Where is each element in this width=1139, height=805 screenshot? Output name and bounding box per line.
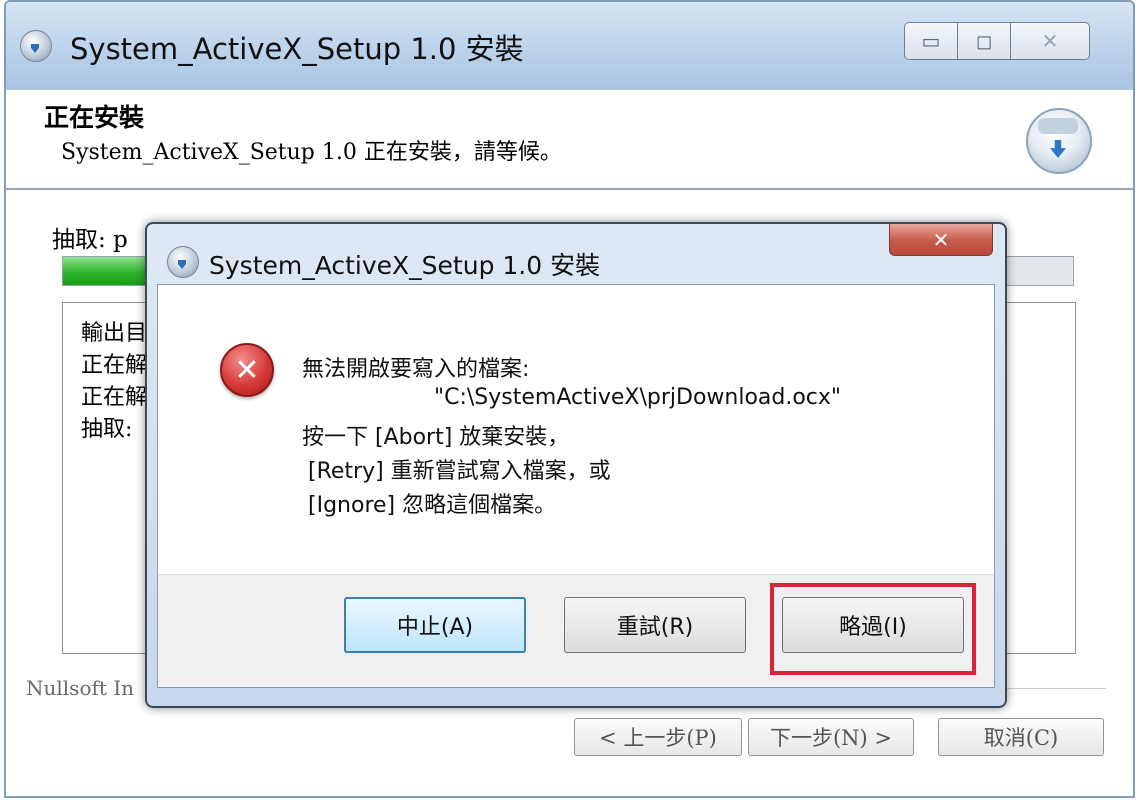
error-icon: ✕: [220, 343, 274, 397]
dialog-close-button[interactable]: ✕: [889, 224, 993, 256]
installer-app-icon: [20, 30, 52, 62]
abort-button[interactable]: 中止(A): [344, 597, 526, 653]
minimize-button[interactable]: ▭: [904, 22, 958, 60]
dialog-app-icon: [167, 246, 199, 278]
log-line: 輸出目: [81, 321, 148, 346]
error-message-line: 按一下 [Abort] 放棄安裝，: [302, 425, 570, 450]
error-file-path: "C:\SystemActiveX\prjDownload.ocx": [434, 385, 842, 410]
back-button[interactable]: < 上一步(P): [574, 718, 742, 756]
error-dialog: System_ActiveX_Setup 1.0 安裝 ✕ ✕ 無法開啟要寫入的…: [145, 222, 1007, 708]
log-line: 正在解: [81, 385, 148, 410]
log-line: 正在解: [81, 353, 148, 378]
ignore-button-highlight: [770, 583, 976, 675]
close-button[interactable]: ✕: [1010, 22, 1090, 60]
installer-titlebar[interactable]: System_ActiveX_Setup 1.0 安裝 ▭ ◻ ✕: [6, 2, 1133, 90]
dialog-content: ✕ 無法開啟要寫入的檔案: "C:\SystemActiveX\prjDownl…: [157, 284, 995, 688]
dialog-title: System_ActiveX_Setup 1.0 安裝: [209, 251, 601, 280]
error-message-line: [Ignore] 忽略這個檔案。: [308, 493, 557, 518]
dialog-button-bar: 中止(A) 重試(R) 略過(I): [158, 574, 994, 687]
page-title: 正在安裝: [44, 103, 145, 132]
nullsoft-brand-label: Nullsoft In: [26, 676, 135, 700]
installer-window-title: System_ActiveX_Setup 1.0 安裝: [70, 32, 524, 66]
extract-status-label: 抽取: p: [52, 227, 128, 253]
error-message-line: 無法開啟要寫入的檔案:: [302, 357, 530, 382]
installer-disk-icon: [1026, 108, 1092, 174]
window-controls: ▭ ◻ ✕: [904, 22, 1094, 62]
next-button[interactable]: 下一步(N) >: [748, 718, 914, 756]
page-subtitle: System_ActiveX_Setup 1.0 正在安裝，請等候。: [61, 140, 562, 165]
log-line: 抽取:: [81, 417, 133, 442]
installer-header: 正在安裝 System_ActiveX_Setup 1.0 正在安裝，請等候。: [6, 90, 1133, 190]
retry-button[interactable]: 重試(R): [564, 597, 746, 653]
error-message-line: [Retry] 重新嘗試寫入檔案，或: [308, 459, 611, 484]
cancel-button[interactable]: 取消(C): [938, 718, 1104, 756]
maximize-button[interactable]: ◻: [957, 22, 1011, 60]
